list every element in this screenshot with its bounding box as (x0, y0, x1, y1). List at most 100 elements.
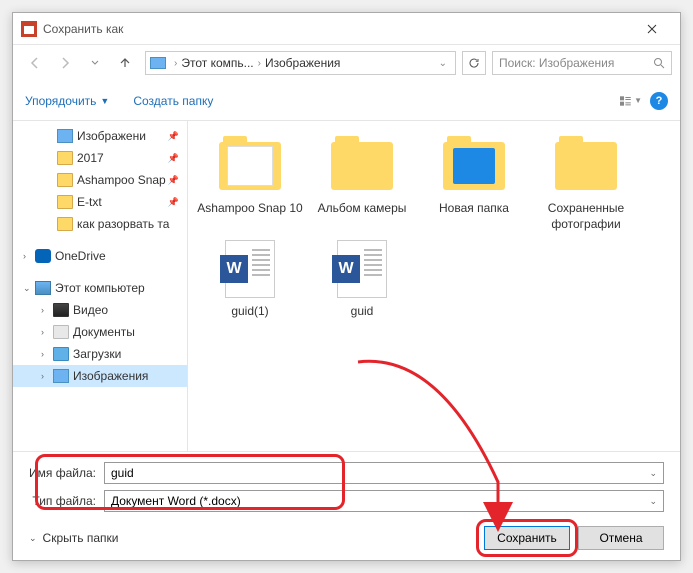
bc-item[interactable]: Этот компь... (181, 56, 253, 70)
file-item[interactable]: Альбом камеры (308, 137, 416, 232)
refresh-button[interactable] (462, 51, 486, 75)
bottom-row: ⌄Скрыть папки Сохранить Отмена (29, 526, 664, 550)
file-item[interactable]: guid (308, 240, 416, 320)
pc-icon (35, 281, 51, 295)
file-name-label: guid (351, 304, 374, 320)
file-name-label: Альбом камеры (318, 201, 407, 217)
download-icon (53, 347, 69, 361)
hide-folders-button[interactable]: ⌄Скрыть папки (29, 531, 118, 545)
tree-arrow-icon[interactable]: › (41, 327, 53, 337)
chevron-down-icon: ▼ (100, 96, 109, 106)
help-button[interactable]: ? (650, 92, 668, 110)
forward-button[interactable] (51, 49, 79, 77)
window-title: Сохранить как (43, 22, 632, 36)
sidebar-item[interactable]: › Загрузки (13, 343, 187, 365)
file-item[interactable]: guid(1) (196, 240, 304, 320)
body: ›Изображени📌›2017📌›Ashampoo Snap📌›E-txt📌… (13, 121, 680, 451)
bc-item[interactable]: Изображения (265, 56, 340, 70)
filetype-select[interactable]: Документ Word (*.docx)⌄ (104, 490, 664, 512)
filetype-row: Тип файла: Документ Word (*.docx)⌄ (29, 490, 664, 512)
titlebar: Сохранить как (13, 13, 680, 45)
word-doc-icon (337, 240, 387, 298)
search-input[interactable]: Поиск: Изображения (492, 51, 672, 75)
bc-sep-icon: › (258, 58, 261, 69)
file-item[interactable]: Ashampoo Snap 10 (196, 137, 304, 232)
file-name-label: guid(1) (231, 304, 268, 320)
new-folder-button[interactable]: Создать папку (133, 94, 213, 108)
arrow-up-icon (118, 56, 132, 70)
folder-icon (57, 195, 73, 209)
chevron-down-icon[interactable]: ⌄ (439, 58, 447, 69)
video-icon (53, 303, 69, 317)
sidebar-item[interactable]: ›2017📌 (13, 147, 187, 169)
img-icon (57, 129, 73, 143)
sidebar-item[interactable]: › Видео (13, 299, 187, 321)
content-area[interactable]: Ashampoo Snap 10 Альбом камеры Новая папка… (188, 121, 680, 451)
chevron-down-icon (90, 58, 100, 68)
back-button[interactable] (21, 49, 49, 77)
filetype-label: Тип файла: (29, 494, 104, 508)
sidebar-item-label: Видео (73, 303, 108, 317)
close-icon (647, 24, 657, 34)
sidebar-item[interactable]: › Изображения (13, 365, 187, 387)
sidebar-item[interactable]: › Документы (13, 321, 187, 343)
toolbar: Упорядочить▼ Создать папку ▼ ? (13, 81, 680, 121)
folder-icon (555, 142, 617, 190)
sidebar-item[interactable]: ›OneDrive (13, 245, 187, 267)
close-button[interactable] (632, 15, 672, 43)
app-icon (21, 21, 37, 37)
sidebar-item-label: как разорвать та (77, 217, 169, 231)
chevron-down-icon: ⌄ (29, 533, 37, 544)
sidebar-item-label: E-txt (77, 195, 102, 209)
sidebar-item[interactable]: ›как разорвать та (13, 213, 187, 235)
sidebar-item[interactable]: ⌄ Этот компьютер (13, 277, 187, 299)
pin-icon: 📌 (168, 175, 179, 186)
folder-icon (57, 217, 73, 231)
sidebar-item-label: Изображения (73, 369, 148, 383)
arrow-right-icon (58, 56, 72, 70)
folder-icon (57, 151, 73, 165)
tree-arrow-icon[interactable]: ⌄ (23, 283, 35, 294)
recent-button[interactable] (81, 49, 109, 77)
location-icon (150, 57, 166, 69)
folder-icon (219, 142, 281, 190)
search-icon (653, 57, 665, 69)
sidebar: ›Изображени📌›2017📌›Ashampoo Snap📌›E-txt📌… (13, 121, 188, 451)
chevron-down-icon: ⌄ (649, 496, 657, 507)
pin-icon: 📌 (168, 197, 179, 208)
filename-row: Имя файла: guid⌄ (29, 462, 664, 484)
arrow-left-icon (28, 56, 42, 70)
tree-arrow-icon[interactable]: › (41, 349, 53, 359)
up-button[interactable] (111, 49, 139, 77)
folder-icon (57, 173, 73, 187)
sidebar-item-label: Ashampoo Snap (77, 173, 166, 187)
folder-icon (331, 142, 393, 190)
view-menu[interactable]: ▼ (620, 90, 642, 112)
sidebar-item-label: Этот компьютер (55, 281, 145, 295)
onedrive-icon (35, 249, 51, 263)
tree-arrow-icon[interactable]: › (41, 305, 53, 315)
sidebar-item-label: Загрузки (73, 347, 121, 361)
chevron-down-icon: ▼ (634, 96, 642, 105)
sidebar-item-label: Изображени (77, 129, 146, 143)
view-icon (620, 94, 632, 108)
tree-arrow-icon[interactable]: › (23, 251, 35, 261)
search-placeholder: Поиск: Изображения (499, 56, 614, 70)
organize-menu[interactable]: Упорядочить▼ (25, 94, 109, 108)
filename-input[interactable]: guid⌄ (104, 462, 664, 484)
tree-arrow-icon[interactable]: › (41, 371, 53, 381)
file-item[interactable]: Сохраненные фотографии (532, 137, 640, 232)
sidebar-item[interactable]: ›E-txt📌 (13, 191, 187, 213)
sidebar-item[interactable]: ›Ashampoo Snap📌 (13, 169, 187, 191)
sidebar-item-label: 2017 (77, 151, 104, 165)
save-button[interactable]: Сохранить (484, 526, 570, 550)
bc-sep-icon: › (174, 58, 177, 69)
cancel-button[interactable]: Отмена (578, 526, 664, 550)
sidebar-item-label: Документы (73, 325, 135, 339)
file-item[interactable]: Новая папка (420, 137, 528, 232)
filename-label: Имя файла: (29, 466, 104, 480)
sidebar-item[interactable]: ›Изображени📌 (13, 125, 187, 147)
breadcrumb[interactable]: › Этот компь... › Изображения ⌄ (145, 51, 456, 75)
file-name-label: Ashampoo Snap 10 (197, 201, 302, 217)
navbar: › Этот компь... › Изображения ⌄ Поиск: И… (13, 45, 680, 81)
